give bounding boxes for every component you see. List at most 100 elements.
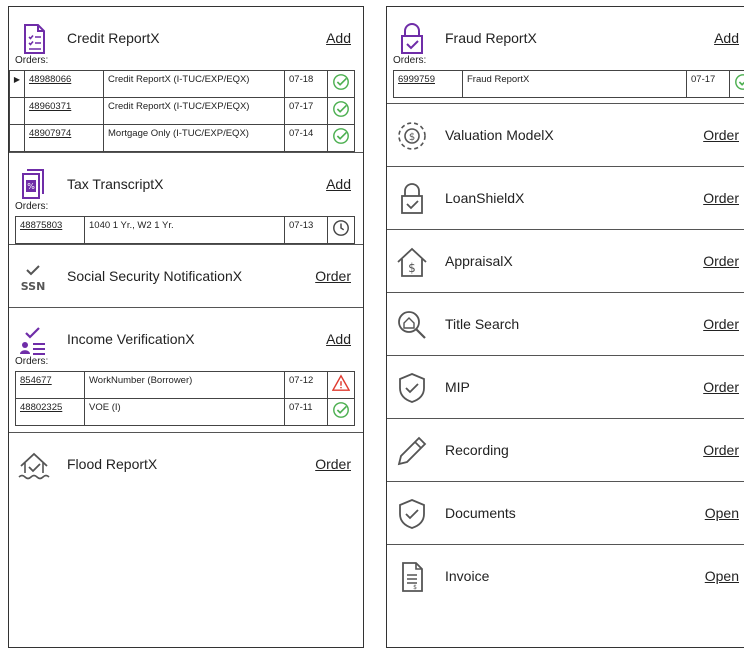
loanshield-order-link[interactable]: Order bbox=[703, 190, 739, 206]
credit-report-add-link[interactable]: Add bbox=[326, 30, 351, 46]
recording-title: Recording bbox=[445, 442, 509, 458]
pencil-icon bbox=[395, 434, 431, 468]
ssn-order-link[interactable]: Order bbox=[315, 268, 351, 284]
order-date: 07-12 bbox=[285, 372, 328, 399]
income-verification-section: Income VerificationX Add Orders: 854677 … bbox=[9, 308, 363, 433]
fraud-report-add-link[interactable]: Add bbox=[714, 30, 739, 46]
order-number-link[interactable]: 854677 bbox=[20, 375, 52, 386]
tax-transcript-add-link[interactable]: Add bbox=[326, 176, 351, 192]
table-row[interactable]: 48960371 Credit ReportX (I-TUC/EXP/EQX) … bbox=[10, 98, 355, 125]
invoice-open-link[interactable]: Open bbox=[705, 568, 739, 584]
svg-text:SSN: SSN bbox=[21, 280, 46, 293]
complete-check-icon bbox=[332, 110, 350, 121]
credit-report-icon bbox=[17, 22, 53, 56]
order-number-link[interactable]: 48875803 bbox=[20, 220, 62, 231]
valuation-model-order-link[interactable]: Order bbox=[703, 127, 739, 143]
order-description: VOE (I) bbox=[85, 399, 285, 426]
fraud-report-title: Fraud ReportX bbox=[445, 30, 537, 46]
complete-check-icon bbox=[332, 411, 350, 422]
appraisal-title: AppraisalX bbox=[445, 253, 513, 269]
svg-text:$: $ bbox=[409, 132, 415, 143]
invoice-section: $ Invoice Open bbox=[387, 545, 744, 607]
appraisal-icon: $ bbox=[395, 245, 431, 279]
svg-text:$: $ bbox=[413, 584, 417, 591]
flood-report-section: Flood ReportX Order bbox=[9, 433, 363, 495]
fraud-report-icon bbox=[395, 22, 431, 56]
mip-section: MIP Order bbox=[387, 356, 744, 419]
credit-orders-table: ▶ 48988066 Credit ReportX (I-TUC/EXP/EQX… bbox=[9, 70, 355, 152]
income-verification-title: Income VerificationX bbox=[67, 331, 195, 347]
shield-check-icon bbox=[395, 497, 431, 531]
complete-check-icon bbox=[332, 83, 350, 94]
order-description: WorkNumber (Borrower) bbox=[85, 372, 285, 399]
title-search-order-link[interactable]: Order bbox=[703, 316, 739, 332]
flood-report-title: Flood ReportX bbox=[67, 456, 157, 472]
fraud-report-section: Fraud ReportX Add Orders: 6999759 Fraud … bbox=[387, 7, 744, 104]
table-row[interactable]: 48907974 Mortgage Only (I-TUC/EXP/EQX) 0… bbox=[10, 125, 355, 152]
complete-check-icon bbox=[734, 83, 744, 94]
shield-check-icon bbox=[395, 371, 431, 405]
warning-icon bbox=[332, 384, 350, 395]
ssn-title: Social Security NotificationX bbox=[67, 268, 242, 284]
order-date: 07-18 bbox=[285, 71, 328, 98]
tax-transcript-icon: % bbox=[17, 168, 53, 202]
tax-transcript-title: Tax TranscriptX bbox=[67, 176, 163, 192]
credit-report-title: Credit ReportX bbox=[67, 30, 160, 46]
order-date: 07-17 bbox=[285, 98, 328, 125]
table-row[interactable]: 48875803 1040 1 Yr., W2 1 Yr. 07-13 bbox=[16, 217, 355, 244]
order-description: Mortgage Only (I-TUC/EXP/EQX) bbox=[104, 125, 285, 152]
loanshield-section: LoanShieldX Order bbox=[387, 167, 744, 230]
pending-clock-icon bbox=[332, 229, 350, 240]
valuation-model-title: Valuation ModelX bbox=[445, 127, 554, 143]
order-description: Credit ReportX (I-TUC/EXP/EQX) bbox=[104, 98, 285, 125]
title-search-icon bbox=[395, 308, 431, 342]
income-orders-table: 854677 WorkNumber (Borrower) 07-12 48802… bbox=[15, 371, 355, 426]
ssn-section: SSN Social Security NotificationX Order bbox=[9, 245, 363, 308]
income-verification-icon bbox=[17, 323, 53, 357]
income-verification-add-link[interactable]: Add bbox=[326, 331, 351, 347]
tax-orders-table: 48875803 1040 1 Yr., W2 1 Yr. 07-13 bbox=[15, 216, 355, 244]
appraisal-order-link[interactable]: Order bbox=[703, 253, 739, 269]
loanshield-icon bbox=[395, 182, 431, 216]
order-date: 07-14 bbox=[285, 125, 328, 152]
fraud-orders-table: 6999759 Fraud ReportX 07-17 bbox=[393, 70, 744, 98]
ssn-icon: SSN bbox=[17, 260, 53, 294]
title-search-section: Title Search Order bbox=[387, 293, 744, 356]
order-number-link[interactable]: 48960371 bbox=[29, 101, 71, 112]
table-row[interactable]: ▶ 48988066 Credit ReportX (I-TUC/EXP/EQX… bbox=[10, 71, 355, 98]
title-search-title: Title Search bbox=[445, 316, 519, 332]
right-services-panel: Fraud ReportX Add Orders: 6999759 Fraud … bbox=[386, 6, 744, 648]
loanshield-title: LoanShieldX bbox=[445, 190, 524, 206]
left-services-panel: Credit ReportX Add Orders: ▶ 48988066 Cr… bbox=[8, 6, 364, 648]
documents-section: Documents Open bbox=[387, 482, 744, 545]
order-description: 1040 1 Yr., W2 1 Yr. bbox=[85, 217, 285, 244]
order-date: 07-17 bbox=[687, 71, 730, 98]
order-number-link[interactable]: 48907974 bbox=[29, 128, 71, 139]
svg-text:$: $ bbox=[408, 261, 416, 275]
order-date: 07-13 bbox=[285, 217, 328, 244]
mip-order-link[interactable]: Order bbox=[703, 379, 739, 395]
documents-open-link[interactable]: Open bbox=[705, 505, 739, 521]
recording-section: Recording Order bbox=[387, 419, 744, 482]
order-number-link[interactable]: 48802325 bbox=[20, 402, 62, 413]
order-number-link[interactable]: 48988066 bbox=[29, 74, 71, 85]
table-row[interactable]: 854677 WorkNumber (Borrower) 07-12 bbox=[16, 372, 355, 399]
mip-title: MIP bbox=[445, 379, 470, 395]
row-marker bbox=[10, 98, 25, 125]
selected-row-marker: ▶ bbox=[10, 71, 25, 98]
table-row[interactable]: 48802325 VOE (I) 07-11 bbox=[16, 399, 355, 426]
table-row[interactable]: 6999759 Fraud ReportX 07-17 bbox=[394, 71, 744, 98]
row-marker bbox=[10, 125, 25, 152]
flood-report-icon bbox=[17, 448, 53, 482]
invoice-title: Invoice bbox=[445, 568, 489, 584]
documents-title: Documents bbox=[445, 505, 516, 521]
complete-check-icon bbox=[332, 137, 350, 148]
recording-order-link[interactable]: Order bbox=[703, 442, 739, 458]
valuation-model-section: $ Valuation ModelX Order bbox=[387, 104, 744, 167]
order-number-link[interactable]: 6999759 bbox=[398, 74, 435, 85]
svg-text:%: % bbox=[27, 182, 35, 191]
order-description: Fraud ReportX bbox=[463, 71, 687, 98]
order-description: Credit ReportX (I-TUC/EXP/EQX) bbox=[104, 71, 285, 98]
flood-report-order-link[interactable]: Order bbox=[315, 456, 351, 472]
tax-transcript-section: % Tax TranscriptX Add Orders: 48875803 1… bbox=[9, 153, 363, 245]
